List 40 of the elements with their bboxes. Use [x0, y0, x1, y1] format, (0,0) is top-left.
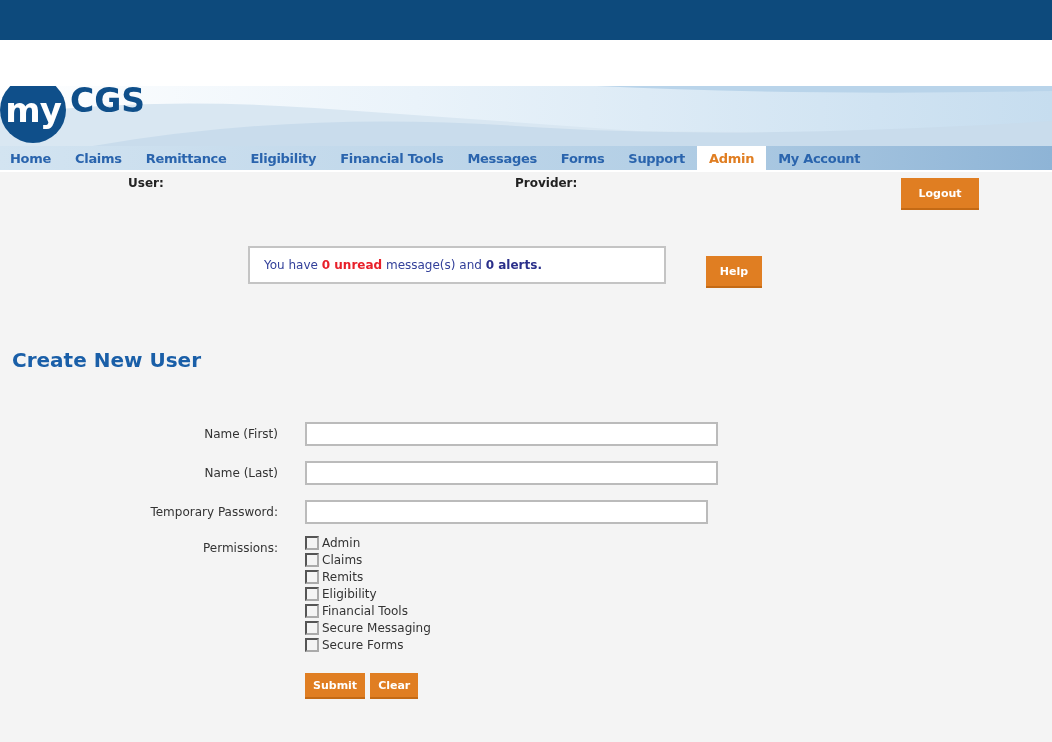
- field-label: Temporary Password:: [149, 505, 278, 519]
- nav-tab[interactable]: Support: [616, 146, 697, 170]
- nav-tab[interactable]: Remittance: [133, 146, 239, 170]
- input-field[interactable]: [305, 461, 718, 485]
- message-summary: You have 0 unread message(s) and 0 alerts.: [248, 246, 666, 284]
- provider-label: Provider:: [515, 176, 579, 190]
- nav-tab[interactable]: Claims: [63, 146, 134, 170]
- page-heading: Create New User: [12, 348, 202, 372]
- checkbox[interactable]: [305, 621, 319, 635]
- checkbox[interactable]: [305, 587, 319, 601]
- input-field[interactable]: [305, 422, 718, 446]
- checkbox[interactable]: [305, 570, 319, 584]
- checkbox[interactable]: [305, 553, 319, 567]
- checkbox[interactable]: [305, 604, 319, 618]
- checkbox-label: Eligibility: [322, 587, 377, 601]
- nav-tab[interactable]: Forms: [548, 146, 617, 170]
- submit-button[interactable]: Submit: [305, 673, 366, 699]
- checkbox-label: Remits: [322, 570, 364, 584]
- help-button[interactable]: Help: [706, 256, 762, 288]
- nav-tab[interactable]: Home: [6, 146, 63, 170]
- field-label: Permissions:: [201, 540, 278, 555]
- input-field[interactable]: [305, 500, 708, 524]
- logout-button[interactable]: Logout: [901, 178, 979, 210]
- nav-tab[interactable]: My Account: [766, 146, 873, 170]
- clear-button[interactable]: Clear: [370, 673, 419, 699]
- checkbox-label: Claims: [322, 553, 363, 567]
- checkbox[interactable]: [305, 536, 319, 550]
- checkbox-label: Financial Tools: [322, 604, 408, 618]
- checkbox-label: Secure Forms: [322, 638, 404, 652]
- field-label: Name (First): [203, 427, 278, 441]
- logo-name: CGS: [70, 86, 146, 120]
- nav-tab[interactable]: Messages: [455, 146, 549, 170]
- user-label: User:: [128, 176, 165, 190]
- nav-tab[interactable]: Financial Tools: [328, 146, 456, 170]
- checkbox-label: Secure Messaging: [322, 621, 431, 635]
- nav-tab[interactable]: Admin: [697, 146, 767, 170]
- checkbox[interactable]: [305, 638, 319, 652]
- field-label: Name (Last): [203, 466, 278, 480]
- checkbox-label: Admin: [322, 536, 361, 550]
- nav-tab[interactable]: Eligibility: [238, 146, 329, 170]
